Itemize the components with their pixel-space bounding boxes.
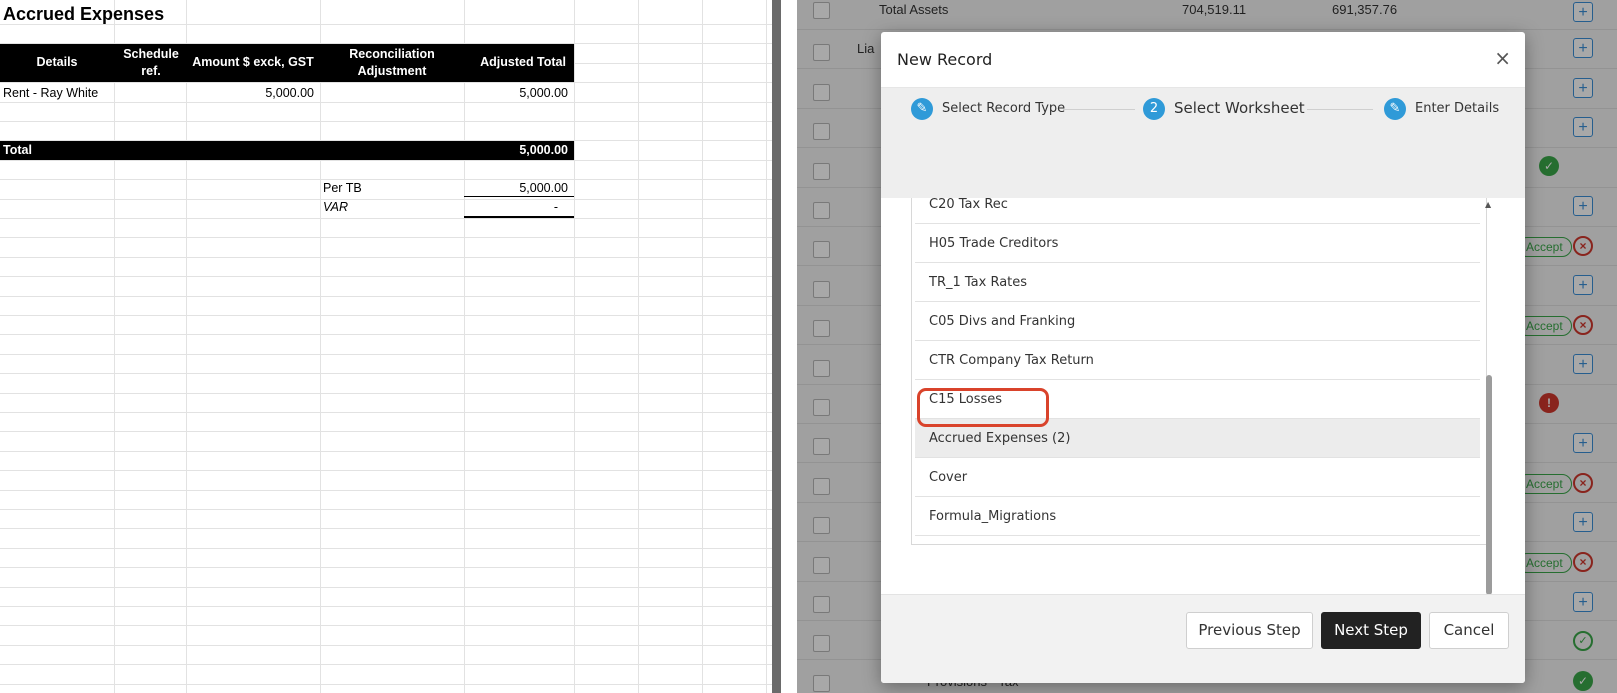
grid-row-line <box>0 354 774 355</box>
col-header-reconciliation: Reconciliation Adjustment <box>349 47 435 78</box>
col-header-schedule: Schedule ref. <box>123 47 179 78</box>
next-step-button[interactable]: Next Step <box>1321 612 1421 649</box>
grid-row-line <box>0 470 774 471</box>
grid-col-line <box>114 0 115 693</box>
grid-col-line <box>574 0 575 693</box>
step-select-worksheet[interactable]: Select Worksheet <box>1174 99 1305 117</box>
grid-col-line <box>320 0 321 693</box>
grid-col-line <box>766 0 767 693</box>
cell-details[interactable]: Rent - Ray White <box>3 86 98 100</box>
worksheet-item[interactable]: CTR Company Tax Return <box>915 341 1480 380</box>
per-tb-label: Per TB <box>323 181 362 195</box>
grid-col-line <box>464 0 465 693</box>
per-tb-value[interactable]: 5,000.00 <box>464 181 568 195</box>
worksheet-item[interactable]: C05 Divs and Franking <box>915 302 1480 341</box>
worksheet-item[interactable]: H05 Trade Creditors <box>915 224 1480 263</box>
cell-amount[interactable]: 5,000.00 <box>186 86 314 100</box>
scroll-thumb[interactable] <box>1486 375 1492 595</box>
close-icon[interactable]: × <box>1494 48 1511 68</box>
grid-row-line <box>0 431 774 432</box>
grid-row-line <box>0 121 774 122</box>
worksheet-item[interactable]: Cover <box>915 458 1480 497</box>
total-value: 5,000.00 <box>519 143 568 157</box>
grid-row-line <box>0 528 774 529</box>
worksheet-list[interactable]: C20 Tax Rec H05 Trade Creditors TR_1 Tax… <box>911 198 1487 545</box>
col-header-adjusted: Adjusted Total <box>480 55 566 69</box>
col-header-details: Details <box>36 55 78 69</box>
step-select-record-type[interactable]: Select Record Type <box>942 101 1065 116</box>
dialog-header: New Record × <box>881 32 1525 88</box>
grid-row-line <box>0 160 774 161</box>
grid-row-line <box>0 509 774 510</box>
grid-row-line <box>0 257 774 258</box>
grid-row-line <box>0 587 774 588</box>
per-tb-underline <box>464 196 574 197</box>
step-number-icon: 2 <box>1143 98 1165 120</box>
split-gap <box>781 0 797 693</box>
grid-row-line <box>0 393 774 394</box>
grid-row-line <box>0 179 774 180</box>
pencil-icon: ✎ <box>1384 98 1406 120</box>
scroll-up-arrow-icon[interactable]: ▲ <box>1485 200 1491 209</box>
sheet-title: Accrued Expenses <box>3 4 165 24</box>
grid-row-line <box>0 664 774 665</box>
grid-row-line <box>0 412 774 413</box>
grid-row-line <box>0 82 774 83</box>
grid-row-line <box>0 548 774 549</box>
worksheet-item[interactable]: C15 Losses <box>915 380 1480 419</box>
worksheet-item-selected[interactable]: Accrued Expenses (2) <box>915 419 1480 458</box>
grid-row-line <box>0 102 774 103</box>
var-label: VAR <box>323 200 349 214</box>
grid-row-line <box>0 296 774 297</box>
grid-row-line <box>0 334 774 335</box>
cell-adjusted[interactable]: 5,000.00 <box>464 86 568 100</box>
grid-row-line <box>0 276 774 277</box>
new-record-dialog: New Record × ✎ Select Record Type 2 Sele… <box>881 32 1525 683</box>
grid-row-line <box>0 625 774 626</box>
worksheet-item[interactable]: C20 Tax Rec <box>915 198 1480 224</box>
worksheet-item[interactable]: TR_1 Tax Rates <box>915 263 1480 302</box>
step-enter-details[interactable]: Enter Details <box>1415 101 1499 116</box>
grid-col-line <box>186 0 187 693</box>
var-underline <box>464 216 574 218</box>
cancel-button[interactable]: Cancel <box>1429 612 1509 649</box>
pencil-icon: ✎ <box>911 98 933 120</box>
grid-row-line <box>0 645 774 646</box>
grid-row-line <box>0 237 774 238</box>
grid-row-line <box>0 373 774 374</box>
col-header-amount: Amount $ exck, GST <box>192 55 314 69</box>
list-scrollbar[interactable]: ▲ ▼ <box>1482 198 1496 618</box>
spreadsheet-pane: Accrued Expenses Details Schedule ref. A… <box>0 0 774 693</box>
previous-step-button[interactable]: Previous Step <box>1186 612 1313 649</box>
grid-row-line <box>0 199 774 200</box>
worksheet-item[interactable]: Formula_Migrations <box>915 497 1480 536</box>
total-label: Total <box>3 143 32 157</box>
var-value[interactable]: - <box>464 200 558 214</box>
pane-splitter[interactable] <box>772 0 781 693</box>
grid-row-line <box>0 490 774 491</box>
step-connector <box>1307 109 1373 110</box>
step-indicator: ✎ Select Record Type 2 Select Worksheet … <box>881 88 1525 198</box>
grid-row-line <box>0 451 774 452</box>
grid-row-line <box>0 315 774 316</box>
dialog-footer: Previous Step Next Step Cancel <box>881 594 1525 683</box>
grid-row-line <box>0 567 774 568</box>
grid-col-line <box>638 0 639 693</box>
grid-row-line <box>0 606 774 607</box>
dialog-title: New Record <box>897 50 993 69</box>
grid-col-line <box>702 0 703 693</box>
grid-row-line <box>0 218 774 219</box>
step-connector <box>1063 109 1135 110</box>
grid-row-line <box>0 684 774 685</box>
